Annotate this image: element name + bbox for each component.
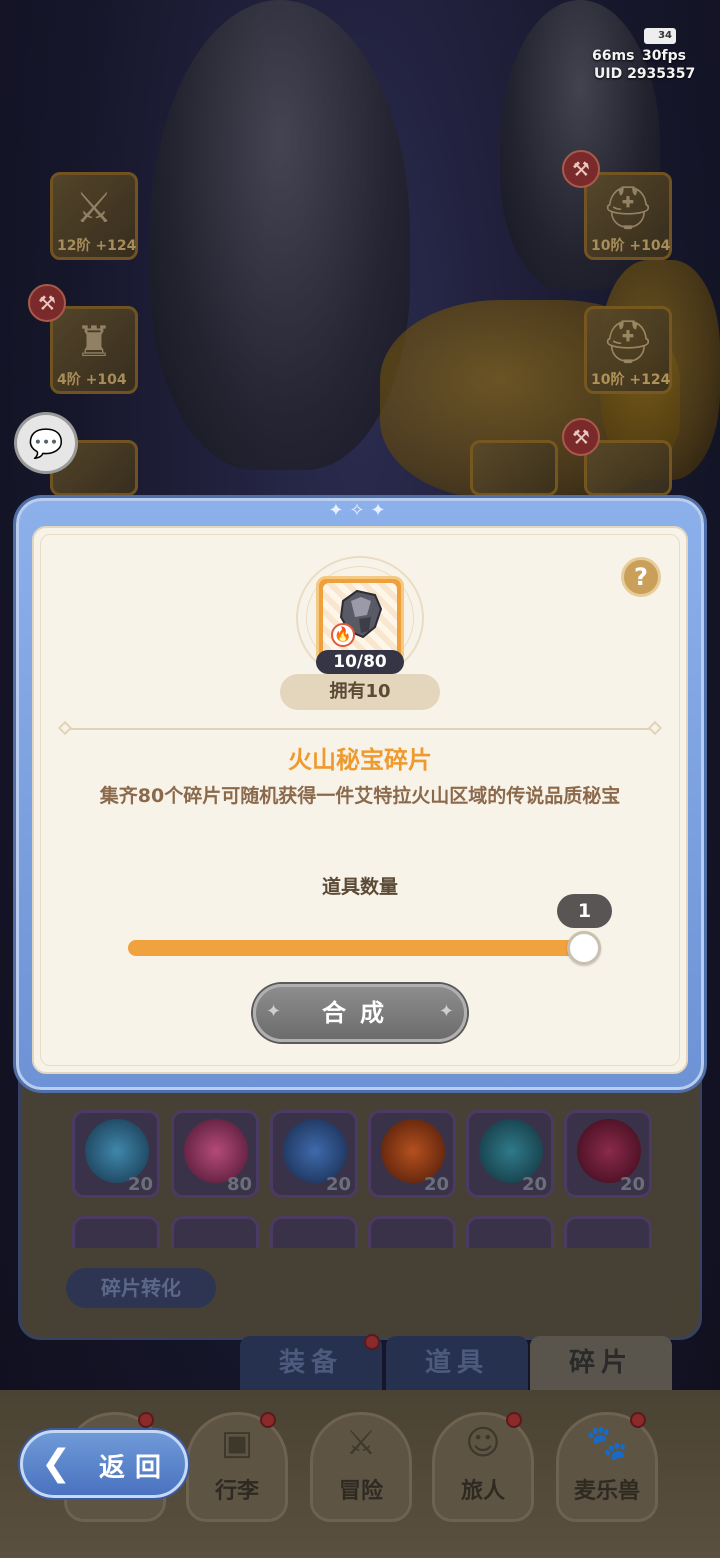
fragment-item[interactable]: 20: [270, 1110, 358, 1198]
nav-label: 冒险: [338, 1479, 383, 1504]
notification-dot: [630, 1412, 646, 1428]
fragment-item[interactable]: 20: [466, 1110, 554, 1198]
chest-icon: ▣: [220, 1423, 254, 1463]
owned-count: 拥有10: [280, 674, 440, 710]
item-name: 火山秘宝碎片: [288, 746, 432, 774]
equip-level: 10阶 +104: [591, 238, 671, 254]
fragment-convert-button[interactable]: 碎片转化: [66, 1268, 216, 1308]
fragment-count: 20: [423, 1174, 449, 1195]
modal-top-ornament: ✦✧✦: [328, 500, 392, 521]
fragment-item[interactable]: [368, 1216, 456, 1248]
nav-traveler[interactable]: ☺ 旅人: [432, 1412, 534, 1522]
back-button[interactable]: ❮ 返回: [20, 1430, 188, 1498]
ping-readout: 66ms: [592, 48, 635, 64]
crossed-swords-icon: ⚔: [345, 1423, 377, 1463]
equip-level: 12阶 +124: [57, 238, 137, 254]
character-silhouette: [150, 0, 410, 470]
uid-readout: UID 2935357: [594, 66, 696, 82]
fps-readout: 30fps: [642, 48, 686, 64]
quantity-slider-track[interactable]: [128, 940, 588, 956]
notification-dot: [138, 1412, 154, 1428]
synthesize-label: 合成: [322, 999, 398, 1027]
quantity-value: 1: [557, 894, 612, 928]
nav-label: 行李: [214, 1479, 259, 1504]
tab-items[interactable]: 道具: [386, 1336, 528, 1390]
fragment-item[interactable]: 20: [72, 1110, 160, 1198]
back-arrow-icon: ❮: [41, 1443, 72, 1484]
fragment-item[interactable]: 80: [171, 1110, 259, 1198]
hammer-icon[interactable]: ⚒: [28, 284, 66, 322]
notification-dot: [506, 1412, 522, 1428]
item-description: 集齐80个碎片可随机获得一件艾特拉火山区域的传说品质秘宝: [99, 785, 621, 807]
sword-icon: ⚔: [75, 183, 113, 232]
fragment-item[interactable]: [171, 1216, 259, 1248]
quantity-slider-fill: [128, 940, 588, 956]
fragment-item[interactable]: [466, 1216, 554, 1248]
notification-dot: [260, 1412, 276, 1428]
fire-icon: 🔥: [331, 623, 355, 647]
tab-equipment[interactable]: 装备: [240, 1336, 382, 1390]
nav-label: 旅人: [460, 1479, 505, 1504]
synthesize-button[interactable]: ✦ 合成 ✦: [253, 984, 467, 1042]
button-ornament-right: ✦: [438, 1001, 454, 1022]
fragment-count: 20: [521, 1174, 547, 1195]
quantity-slider-thumb[interactable]: [567, 931, 601, 965]
equip-level: 10阶 +124: [591, 372, 671, 388]
equip-slot-head[interactable]: ⛑ 10阶 +104: [584, 172, 672, 260]
helmet-icon: ⛑: [601, 317, 655, 366]
fragment-count: 20: [127, 1174, 153, 1195]
pet-icon: 🐾: [585, 1423, 629, 1463]
fragment-item[interactable]: 20: [368, 1110, 456, 1198]
hammer-icon[interactable]: ⚒: [562, 150, 600, 188]
fragment-item[interactable]: 20: [564, 1110, 652, 1198]
equip-slot-accessory[interactable]: [470, 440, 558, 496]
armor-icon: ♜: [75, 317, 113, 366]
back-label: 返回: [99, 1453, 172, 1483]
equip-slot-boots[interactable]: [584, 440, 672, 496]
equip-slot-armor[interactable]: ♜ 4阶 +104: [50, 306, 138, 394]
fragment-count: 20: [325, 1174, 351, 1195]
fragment-item[interactable]: [564, 1216, 652, 1248]
fragment-count: 20: [619, 1174, 645, 1195]
battery-indicator: 34: [644, 28, 676, 44]
quantity-label: 道具数量: [321, 876, 398, 898]
help-button[interactable]: ?: [621, 557, 661, 597]
fragment-count: 80: [226, 1174, 252, 1195]
nav-pet[interactable]: 🐾 麦乐兽: [556, 1412, 658, 1522]
equip-level: 4阶 +104: [57, 372, 127, 388]
character-icon: ☺: [465, 1423, 501, 1463]
nav-label: 麦乐兽: [573, 1479, 640, 1504]
hammer-icon[interactable]: ⚒: [562, 418, 600, 456]
tab-fragments[interactable]: 碎片: [530, 1336, 672, 1390]
helmet-icon: ⛑: [601, 183, 655, 232]
chat-icon[interactable]: 💬: [14, 412, 78, 474]
section-divider: [66, 728, 656, 730]
notification-dot: [364, 1334, 380, 1350]
fragment-item[interactable]: [72, 1216, 160, 1248]
nav-luggage[interactable]: ▣ 行李: [186, 1412, 288, 1522]
equip-slot-weapon[interactable]: ⚔ 12阶 +124: [50, 172, 138, 260]
fragment-item[interactable]: [270, 1216, 358, 1248]
equip-slot-head-2[interactable]: ⛑ 10阶 +124: [584, 306, 672, 394]
fragment-progress-count: 10/80: [316, 650, 404, 674]
nav-adventure[interactable]: ⚔ 冒险: [310, 1412, 412, 1522]
